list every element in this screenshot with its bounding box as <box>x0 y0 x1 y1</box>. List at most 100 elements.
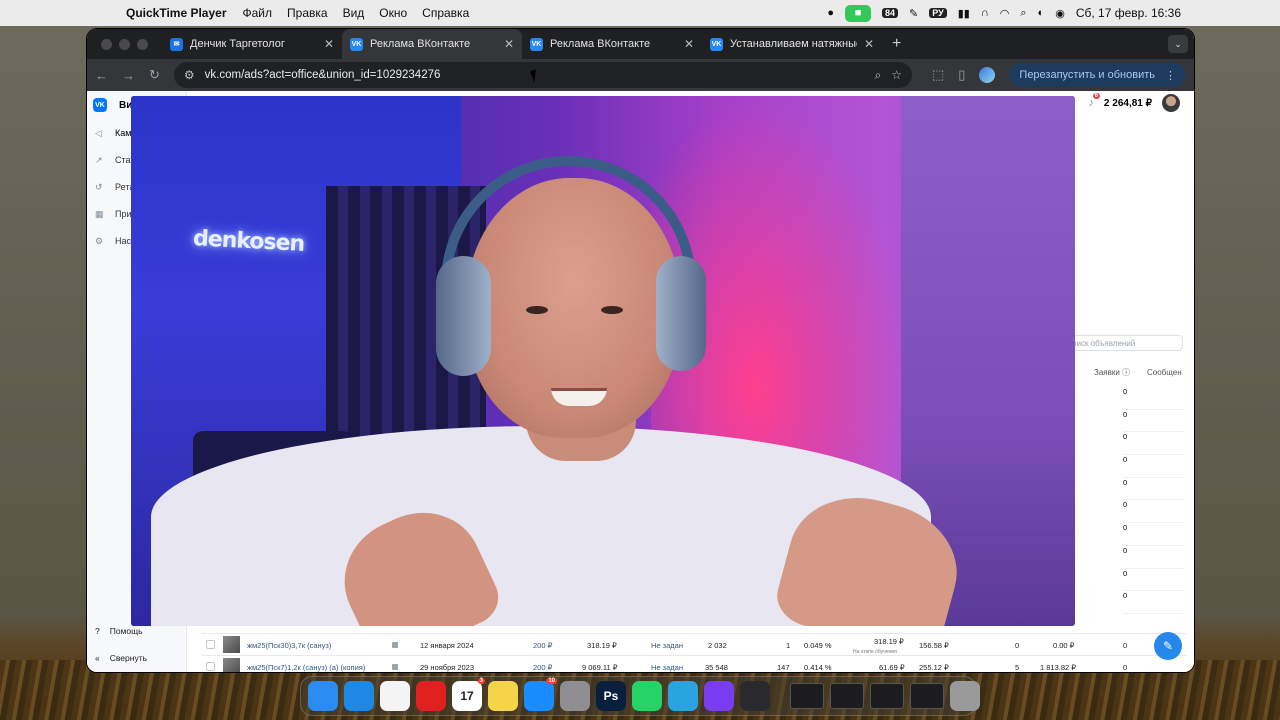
leads-cell: 0 <box>1123 523 1183 546</box>
vk-header-right: ♪ 6 2 264,81 ₽ <box>1088 93 1180 112</box>
conversion-cost: 0.00 ₽ <box>1053 641 1075 650</box>
ctr: 0.414 % <box>804 663 832 672</box>
extensions-icon[interactable]: ⬚ <box>932 67 944 83</box>
close-window-icon[interactable] <box>101 38 112 50</box>
column-header-messages[interactable]: Сообщен <box>1147 362 1182 382</box>
menu-window[interactable]: Окно <box>379 6 407 20</box>
info-icon[interactable]: ⓘ <box>1122 367 1130 378</box>
calendar-icon[interactable]: 17 3 <box>452 678 485 711</box>
reload-icon[interactable]: ↻ <box>149 67 160 83</box>
column-header-leads[interactable]: Заявки ⓘ <box>1094 362 1130 382</box>
wifi-icon[interactable]: ◠ <box>1000 7 1010 20</box>
menu-edit[interactable]: Правка <box>287 6 328 20</box>
camera-video-window[interactable]: denkosen <box>131 96 1075 626</box>
help-link[interactable]: ? Помощь <box>95 626 143 636</box>
battery-icon[interactable]: ▮▮ <box>958 7 970 20</box>
chrome-icon[interactable] <box>380 681 410 711</box>
tab-3[interactable]: VK Устанавливаем натяжные по ✕ <box>702 29 882 59</box>
row-checkbox[interactable] <box>206 640 215 649</box>
table-row[interactable]: жм25(Пск7)1,2к (сануз) (а) (копия) 29 но… <box>202 655 1187 672</box>
opera-icon[interactable] <box>416 681 446 711</box>
table-row[interactable]: жм25(Пск30)3,7к (сануз) 12 января 2024 2… <box>202 633 1187 655</box>
minimized-window-thumb[interactable] <box>910 683 944 709</box>
record-icon[interactable]: ● <box>827 7 834 19</box>
quicktime-icon[interactable] <box>740 681 770 711</box>
app-store-icon[interactable]: 10 <box>524 678 557 711</box>
forward-icon[interactable]: → <box>122 68 135 83</box>
menu-bar: QuickTime Player Файл Правка Вид Окно Сп… <box>0 0 1280 26</box>
whatsapp-icon[interactable] <box>632 681 662 711</box>
support-chat-button[interactable]: ✎ <box>1154 632 1182 660</box>
site-settings-icon[interactable]: ⚙ <box>184 68 195 82</box>
ad-name-link[interactable]: жм25(Пск7)1,2к (сануз) (а) (копия) <box>247 663 365 672</box>
retarget-icon: ↺ <box>95 181 103 192</box>
side-panel-icon[interactable]: ▯ <box>958 67 965 83</box>
vk-icon: VK <box>710 37 723 51</box>
relaunch-update-button[interactable]: Перезапустить и обновить ⋮ <box>1009 63 1186 87</box>
back-icon[interactable]: ← <box>95 68 108 83</box>
impressions: 35 548 <box>705 663 728 672</box>
yandex-messenger-icon[interactable] <box>704 681 734 711</box>
tab-1[interactable]: VK Реклама ВКонтакте ✕ <box>342 29 522 59</box>
telegram-icon[interactable] <box>668 681 698 711</box>
leads-column: 0 0 0 0 0 0 0 0 0 0 <box>1123 387 1183 614</box>
account-balance[interactable]: 2 264,81 ₽ <box>1104 98 1152 109</box>
close-tab-icon[interactable]: ✕ <box>324 37 334 51</box>
search-icon[interactable]: ⌕ <box>1020 7 1026 20</box>
ad-name-link[interactable]: жм25(Пск30)3,7к (сануз) <box>247 641 331 650</box>
budget-link[interactable]: 200 ₽ <box>533 663 552 672</box>
close-tab-icon[interactable]: ✕ <box>684 37 694 51</box>
more-menu-icon[interactable]: ⋮ <box>1165 69 1176 82</box>
menu-file[interactable]: Файл <box>243 6 273 20</box>
collapse-sidebar-button[interactable]: « Свернуть <box>95 653 147 663</box>
close-tab-icon[interactable]: ✕ <box>504 37 514 51</box>
minimized-window-thumb[interactable] <box>870 683 904 709</box>
trash-icon[interactable] <box>950 681 980 711</box>
finder-icon[interactable] <box>308 681 338 711</box>
notes-icon[interactable] <box>488 681 518 711</box>
calendar-label: 17 <box>460 689 474 703</box>
sidebar-item-stats[interactable]: ↗ Стат <box>95 152 134 168</box>
budget-link[interactable]: 200 ₽ <box>533 641 552 650</box>
zoom-window-icon[interactable] <box>137 38 148 50</box>
safari-icon[interactable] <box>344 681 374 711</box>
menu-view[interactable]: Вид <box>343 6 365 20</box>
spent: 9 069.11 ₽ <box>582 663 618 672</box>
row-checkbox[interactable] <box>206 662 215 671</box>
zoom-icon[interactable]: ⌕ <box>874 68 881 83</box>
minimized-window-thumb[interactable] <box>830 683 864 709</box>
siri-icon[interactable]: ◉ <box>1055 7 1065 20</box>
minimized-window-thumb[interactable] <box>790 683 824 709</box>
facetime-camera-icon[interactable]: ■ <box>845 4 872 22</box>
new-tab-icon[interactable]: + <box>892 35 901 53</box>
notification-counter-icon[interactable]: 84 <box>882 8 899 18</box>
app-menu[interactable]: QuickTime Player <box>126 6 227 20</box>
tab-0[interactable]: ✉ Денчик Таргетолог ✕ <box>162 29 342 59</box>
sidebar-item-settings[interactable]: ⚙ Наст <box>95 233 135 249</box>
profile-avatar[interactable] <box>979 67 996 83</box>
limit-link[interactable]: Не задан <box>651 641 683 650</box>
input-source-icon[interactable]: РУ <box>929 8 947 18</box>
user-avatar[interactable] <box>1162 94 1180 112</box>
headphones-icon[interactable]: ∩ <box>981 7 989 19</box>
minimize-window-icon[interactable] <box>119 38 130 50</box>
ads-search-input[interactable]: оиск объявлений <box>1065 335 1183 351</box>
close-tab-icon[interactable]: ✕ <box>864 37 874 51</box>
system-settings-icon[interactable] <box>560 681 590 711</box>
clicks: 1 <box>786 641 791 650</box>
gear-icon: ⚙ <box>95 235 104 246</box>
limit-link[interactable]: Не задан <box>651 663 683 672</box>
leads-cell: 0 <box>1123 410 1183 433</box>
photoshop-icon[interactable]: Ps <box>596 681 626 711</box>
control-center-icon[interactable]: ◐ <box>1038 7 1045 19</box>
clock[interactable]: Сб, 17 февр. 16:36 <box>1076 6 1181 20</box>
address-bar[interactable]: ⚙ vk.com/ads?act=office&union_id=1029234… <box>173 62 912 88</box>
menu-help[interactable]: Справка <box>422 6 469 20</box>
tab-2[interactable]: VK Реклама ВКонтакте ✕ <box>522 29 702 59</box>
bookmark-star-icon[interactable]: ☆ <box>891 68 902 82</box>
tab-search-icon[interactable]: ⌄ <box>1168 35 1188 53</box>
vk-logo-icon[interactable]: VK <box>93 98 107 112</box>
feather-icon[interactable]: ✎ <box>909 7 918 20</box>
notification-count: 84 <box>882 8 899 18</box>
notifications-bell-icon[interactable]: ♪ 6 <box>1088 93 1100 109</box>
